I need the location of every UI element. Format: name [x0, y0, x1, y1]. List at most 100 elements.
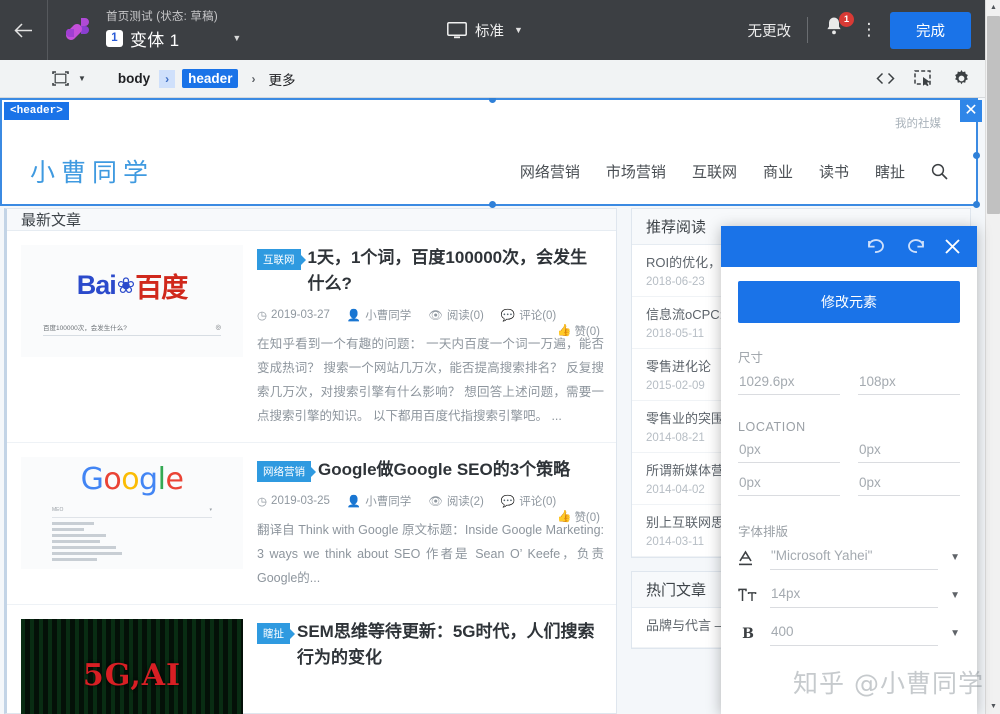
site-nav-item-4[interactable]: 读书	[819, 161, 849, 182]
redo-icon[interactable]	[905, 239, 926, 254]
site-nav-item-0[interactable]: 网络营销	[520, 161, 580, 182]
editor-panel-body: 修改元素 尺寸 1029.6px 108px LOCATION 0px 0px …	[721, 267, 977, 714]
latest-articles-title: 最新文章	[7, 209, 616, 231]
article-category-badge[interactable]: 网络营销	[257, 461, 311, 482]
breadcrumb-bar: ▼ body › header › 更多	[0, 60, 985, 98]
breadcrumb-item-header[interactable]: header	[182, 69, 239, 88]
article-date-text: 2019-03-25	[271, 495, 330, 507]
close-icon[interactable]	[944, 238, 961, 255]
gear-icon[interactable]	[952, 69, 971, 88]
device-selector[interactable]: 标准 ▼	[447, 0, 523, 60]
article-title[interactable]: 1天，1个词，百度100000次，会发生什么?	[308, 245, 605, 297]
font-family-icon	[738, 549, 758, 566]
selected-header-region[interactable]: <header> 我的社媒 小曹同学 网络营销 市场营销 互联网 商业 读书 瞎…	[0, 98, 980, 208]
breadcrumb-tools	[876, 69, 971, 88]
article-date: ◷ 2019-03-27	[257, 308, 330, 322]
typography-section-label: 字体排版	[738, 525, 789, 539]
article-meta: ◷ 2019-03-25 👤 小曹同学 👁 阅读(2) 💬 评论(0) 👍 赞(…	[257, 493, 604, 524]
site-nav: 网络营销 市场营销 互联网 商业 读书 瞎扯	[520, 161, 948, 182]
variant-label: 变体 1	[130, 30, 180, 50]
font-family-input[interactable]: "Microsoft Yahei"	[770, 545, 939, 570]
clock-icon: ◷	[257, 310, 268, 322]
editor-panel-header	[721, 226, 977, 267]
article-reads-text: 阅读(2)	[446, 496, 484, 508]
article-category-badge[interactable]: 瞎扯	[257, 623, 290, 644]
user-icon: 👤	[346, 310, 362, 322]
site-nav-item-2[interactable]: 互联网	[692, 161, 737, 182]
scroll-up-icon[interactable]: ▲	[986, 0, 1000, 15]
site-nav-item-1[interactable]: 市场营销	[606, 161, 666, 182]
breadcrumb-separator-1: ›	[159, 69, 176, 88]
breadcrumb: body › header › 更多	[116, 69, 295, 89]
breadcrumb-item-body[interactable]: body	[116, 69, 152, 88]
location-left-input[interactable]: 0px	[858, 472, 960, 496]
close-icon[interactable]: ✕	[960, 100, 982, 122]
thumbs-up-icon: 👍	[557, 511, 572, 523]
article-excerpt: 在知乎看到一个有趣的问题： 一天内百度一个词一万遍，能否变成热词？ 搜索一个网站…	[257, 337, 604, 423]
more-vertical-icon[interactable]: ⋮	[858, 20, 880, 40]
eye-icon: 👁	[428, 496, 443, 508]
article-card[interactable]: Google MEO ▾ 网络营销 Google做Google SEO的3个策略…	[7, 443, 616, 605]
breadcrumb-separator-2: ›	[251, 71, 256, 86]
site-nav-item-5[interactable]: 瞎扯	[875, 161, 905, 182]
article-card[interactable]: Bai ❀ 百度 百度100000次，会发生什么? ◎ 互联网 1天，1个词，百度1…	[7, 231, 616, 443]
divider	[807, 17, 808, 43]
code-icon[interactable]	[876, 72, 895, 85]
app-root: 首页测试 (状态: 草稿) 1 变体 1 ▼ 标准 ▼ 无更改 1 ⋮ 完成 ▼…	[0, 0, 1000, 714]
element-select-tool[interactable]: ▼	[52, 71, 86, 86]
inspect-element-icon[interactable]	[914, 70, 933, 87]
comment-icon: 💬	[500, 310, 516, 322]
site-nav-item-3[interactable]: 商业	[763, 161, 793, 182]
width-input[interactable]: 1029.6px	[738, 371, 840, 395]
device-label: 标准	[475, 23, 504, 40]
font-size-input[interactable]: 14px	[770, 583, 939, 608]
thumbnail-lines: MEO ▾	[52, 507, 212, 564]
user-icon: 👤	[346, 496, 362, 508]
thumbnail-caption-bar: 百度100000次，会发生什么? ◎	[43, 319, 221, 336]
scrollbar-thumb[interactable]	[987, 16, 1000, 214]
article-title[interactable]: SEM思维等待更新：5G时代，人们搜索行为的变化	[297, 619, 604, 671]
notifications-button[interactable]: 1	[824, 12, 854, 45]
scroll-down-icon[interactable]: ▼	[986, 699, 1000, 714]
select-frame-icon	[52, 71, 69, 86]
article-category-badge[interactable]: 互联网	[257, 249, 301, 270]
variant-selector[interactable]: 1 变体 1 ▼	[106, 26, 241, 51]
thumbnail-caption: 百度100000次，会发生什么?	[43, 325, 127, 332]
article-likes[interactable]: 👍 赞(0)	[557, 509, 600, 525]
font-size-row: 14px ▼	[738, 583, 960, 608]
chevron-down-icon[interactable]: ▼	[950, 628, 960, 639]
article-thumbnail[interactable]: 5G,AI	[21, 619, 243, 714]
chevron-down-icon[interactable]: ▼	[950, 552, 960, 563]
toolbar-right-group: 无更改 1 ⋮ 完成	[748, 0, 986, 60]
selection-handle-top[interactable]	[489, 98, 496, 103]
article-comments: 💬 评论(0)	[501, 493, 556, 509]
article-excerpt: 翻译自 Think with Google 原文标题：Inside Google…	[257, 523, 604, 585]
undo-icon[interactable]	[866, 239, 887, 254]
thumbnail-line-body	[52, 522, 212, 561]
height-input[interactable]: 108px	[858, 371, 960, 395]
location-right-input[interactable]: 0px	[858, 439, 960, 463]
chevron-down-icon[interactable]: ▼	[78, 74, 86, 83]
done-button[interactable]: 完成	[890, 11, 971, 49]
article-card[interactable]: 5G,AI 瞎扯 SEM思维等待更新：5G时代，人们搜索行为的变化	[7, 605, 616, 714]
location-top-input[interactable]: 0px	[738, 439, 840, 463]
vertical-scrollbar[interactable]: ▲ ▼	[985, 0, 1000, 714]
chevron-down-icon[interactable]: ▼	[232, 33, 241, 43]
chevron-down-icon[interactable]: ▼	[950, 590, 960, 601]
comment-icon: 💬	[500, 496, 516, 508]
modify-element-button[interactable]: 修改元素	[738, 281, 960, 323]
article-thumbnail[interactable]: Bai ❀ 百度 百度100000次，会发生什么? ◎	[21, 245, 243, 357]
breadcrumb-more[interactable]: 更多	[268, 69, 295, 89]
article-thumbnail[interactable]: Google MEO ▾	[21, 457, 243, 569]
font-family-row: "Microsoft Yahei" ▼	[738, 545, 960, 570]
site-logo[interactable]: 小曹同学	[30, 153, 154, 189]
back-button[interactable]	[0, 0, 48, 60]
article-body: 网络营销 Google做Google SEO的3个策略 ◷ 2019-03-25…	[257, 457, 604, 590]
article-reads: 👁 阅读(2)	[428, 493, 484, 509]
search-icon[interactable]	[931, 163, 948, 180]
location-bottom-input[interactable]: 0px	[738, 472, 840, 496]
article-likes[interactable]: 👍 赞(0)	[557, 323, 600, 339]
article-author-text: 小曹同学	[365, 310, 412, 322]
font-weight-input[interactable]: 400	[770, 621, 939, 646]
article-title[interactable]: Google做Google SEO的3个策略	[318, 457, 604, 483]
